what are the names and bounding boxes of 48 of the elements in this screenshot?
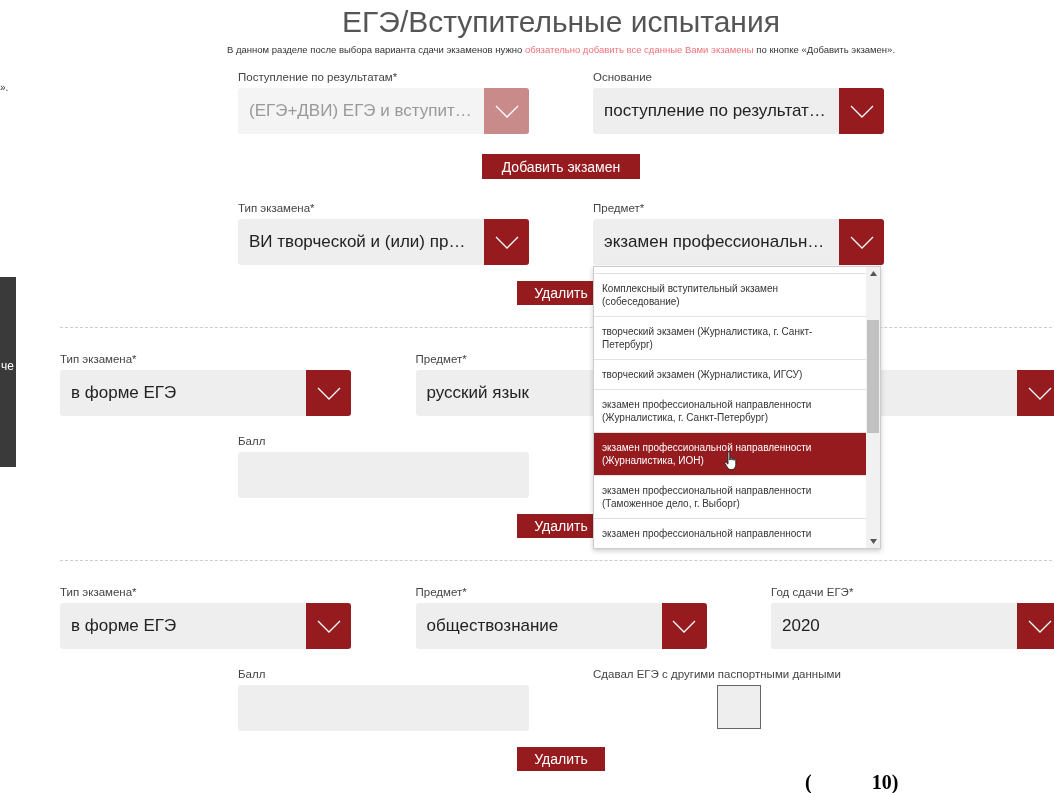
field-label: Поступление по результатам* (238, 70, 399, 84)
chevron-down-icon (316, 386, 341, 400)
select-field[interactable]: обществознание (415, 603, 707, 649)
scroll-down-icon[interactable] (869, 539, 877, 544)
select-field[interactable]: в форме ЕГЭ (60, 603, 351, 649)
field-label: Основание (593, 70, 653, 84)
field-label: Предмет* (593, 201, 646, 215)
field-label: Тип экзамена* (60, 352, 138, 366)
dropdown-option[interactable]: экзамен профессиональной направленности (Журналистика, ИОН) (594, 432, 866, 475)
add-exam-button[interactable]: Добавить экзамен (482, 154, 640, 179)
dropdown-option[interactable]: экзамен профессиональной направленности (594, 518, 866, 548)
field-label: Предмет* (415, 352, 468, 366)
field-label: Предмет* (415, 585, 468, 599)
chevron-down-icon (849, 235, 874, 249)
scrollbar-thumb[interactable] (867, 320, 879, 433)
page-number-text: 10) (871, 773, 899, 791)
field-label: Тип экзамена* (238, 201, 316, 215)
field-label: Год сдачи ЕГЭ* (771, 585, 855, 599)
chevron-down-icon (316, 619, 341, 633)
notice-text: В данном разделе после выбора варианта сдачи экзаменов нужно обязательно добавить все сданные Вами экзамены по кнопке «Добавить экзамен». (225, 44, 897, 56)
select-field[interactable]: в форме ЕГЭ (60, 370, 351, 416)
dropdown-button[interactable] (1017, 603, 1054, 649)
select-field[interactable]: экзамен профессиональн… (593, 219, 884, 265)
field-label: Тип экзамена* (60, 585, 138, 599)
dropdown-button[interactable] (1017, 370, 1054, 416)
scrollbar[interactable] (866, 267, 880, 548)
checkbox[interactable] (716, 685, 761, 729)
delete-button[interactable]: Удалить (517, 747, 605, 771)
hand-cursor-icon (724, 451, 738, 471)
dropdown-button[interactable] (661, 603, 707, 649)
select-field[interactable]: 2020 (771, 603, 1054, 649)
select-field[interactable]: поступление по результат… (593, 88, 884, 134)
chevron-down-icon (849, 104, 874, 118)
chevron-down-icon (1027, 619, 1052, 633)
scroll-up-icon[interactable] (869, 271, 877, 276)
side-panel-text: че (1, 359, 14, 373)
checkbox-label: Сдавал ЕГЭ с другими паспортными данными (593, 667, 842, 681)
select-field[interactable]: ВИ творческой и (или) пр… (238, 219, 529, 265)
page-title: ЕГЭ/Вступительные испытания (341, 4, 781, 40)
chevron-down-icon (494, 104, 519, 118)
page-number-text: ( (805, 773, 812, 791)
chevron-down-icon (494, 235, 519, 249)
field-label: Балл (238, 667, 267, 681)
chevron-down-icon (672, 619, 696, 633)
chevron-down-icon (1027, 386, 1052, 400)
background-text: ». (0, 82, 9, 93)
field-label: Балл (238, 434, 267, 448)
dropdown-button[interactable] (484, 219, 529, 265)
